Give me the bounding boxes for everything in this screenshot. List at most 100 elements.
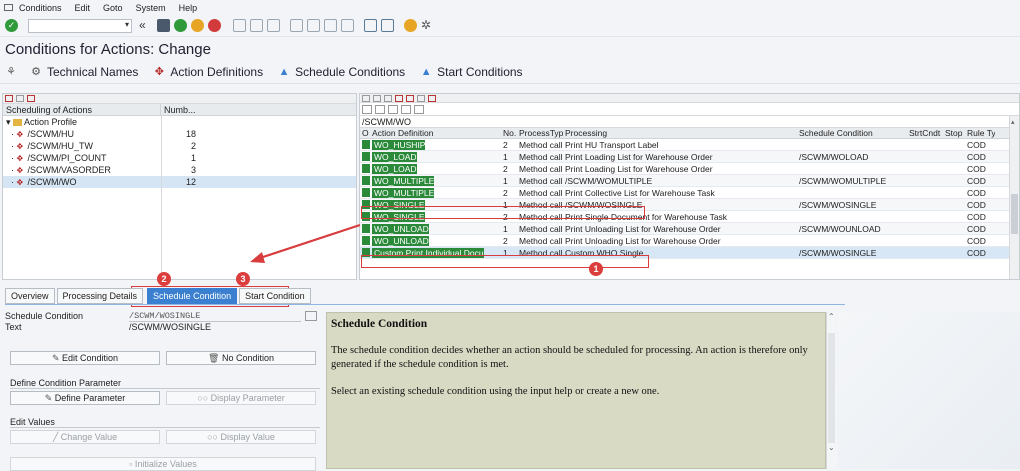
col-processing[interactable]: Processing bbox=[563, 128, 797, 138]
action-definitions-grid: /SCWM/WO O Action Definition No. Process… bbox=[359, 93, 1020, 280]
tab-schedule-condition[interactable]: Schedule Condition bbox=[147, 288, 238, 304]
scroll-down-icon[interactable]: ⌄ bbox=[827, 443, 836, 452]
scroll-thumb[interactable] bbox=[1011, 194, 1018, 234]
schedule-conditions-button[interactable]: ▲ Schedule Conditions bbox=[278, 65, 406, 79]
table-row[interactable]: WO_HUSHIP 2 Method call Print HU Transport … bbox=[360, 139, 1019, 151]
action-icon: ✥ bbox=[16, 142, 24, 151]
help-panel: Schedule Condition The schedule conditio… bbox=[326, 312, 826, 469]
technical-names-button[interactable]: ⚙ Technical Names bbox=[30, 65, 138, 79]
grid-tool-icon[interactable] bbox=[362, 94, 370, 102]
table-row[interactable]: WO_LOAD 1 Method call Print Loading List fo… bbox=[360, 151, 1019, 163]
change-value-button[interactable]: ╱ Change Value bbox=[10, 430, 160, 444]
tree-item[interactable]: · ✥/SCWM/HU 18 bbox=[3, 128, 356, 140]
expand-icon[interactable] bbox=[16, 95, 24, 102]
menu-goto[interactable]: Goto bbox=[103, 3, 123, 13]
find-icon[interactable] bbox=[250, 19, 263, 32]
display-change-button[interactable]: ⚘ bbox=[5, 66, 22, 78]
collapse-icon[interactable] bbox=[5, 95, 13, 102]
app-menu-icon[interactable] bbox=[4, 4, 13, 11]
command-field[interactable]: ▾ bbox=[28, 18, 132, 33]
action-definitions-button[interactable]: ✥ Action Definitions bbox=[153, 65, 263, 79]
tree-col-scheduling[interactable]: Scheduling of Actions bbox=[3, 104, 161, 115]
cancel-icon[interactable] bbox=[208, 19, 221, 32]
back-green-icon[interactable] bbox=[174, 19, 187, 32]
cell-strtcndt bbox=[907, 151, 943, 162]
grid-tool-icon[interactable] bbox=[373, 94, 381, 102]
menu-conditions[interactable]: Conditions bbox=[19, 3, 62, 13]
action-icon: ✥ bbox=[16, 178, 24, 187]
grid-tool-icon[interactable] bbox=[395, 94, 403, 102]
display-parameter-button[interactable]: ○○ Display Parameter bbox=[166, 391, 316, 405]
new-session-icon[interactable] bbox=[364, 19, 377, 32]
col-rule-type[interactable]: Rule Ty bbox=[965, 128, 995, 138]
scroll-up-icon[interactable]: ⌃ bbox=[827, 312, 836, 321]
no-condition-button[interactable]: 🗑 No Condition bbox=[166, 351, 316, 365]
tree-item[interactable]: · ✥/SCWM/VASORDER 3 bbox=[3, 164, 356, 176]
copy-icon[interactable] bbox=[305, 311, 317, 321]
tree-col-number[interactable]: Numb... bbox=[161, 104, 199, 115]
display-value-button[interactable]: ○○ Display Value bbox=[166, 430, 316, 444]
settings-icon[interactable]: ✲ bbox=[421, 19, 434, 32]
print-icon[interactable] bbox=[233, 19, 246, 32]
save-icon[interactable] bbox=[157, 19, 170, 32]
table-row[interactable]: WO_MULTIPLE 1 Method call/SCWM/WOMULTIPLE /… bbox=[360, 175, 1019, 187]
start-conditions-button[interactable]: ▲ Start Conditions bbox=[420, 65, 523, 79]
cell-rule-type: COD bbox=[967, 152, 986, 162]
tab-start-condition[interactable]: Start Condition bbox=[239, 288, 311, 304]
tree-item[interactable]: · ✥/SCWM/HU_TW 2 bbox=[3, 140, 356, 152]
first-page-icon[interactable] bbox=[290, 19, 303, 32]
detail-icon[interactable] bbox=[27, 95, 35, 102]
grid-tool-icon[interactable] bbox=[428, 94, 436, 102]
tab-overview[interactable]: Overview bbox=[5, 288, 55, 304]
table-row[interactable]: WO_LOAD 2 Method call Print Loading List fo… bbox=[360, 163, 1019, 175]
layout-icon[interactable] bbox=[414, 104, 424, 114]
cell-strtcndt bbox=[907, 139, 943, 150]
help-icon[interactable] bbox=[404, 19, 417, 32]
status-icon bbox=[362, 164, 370, 173]
next-page-icon[interactable] bbox=[324, 19, 337, 32]
tree-item[interactable]: · ✥/SCWM/WO 12 bbox=[3, 176, 356, 188]
find-next-icon[interactable] bbox=[388, 104, 398, 114]
cell-stop bbox=[943, 211, 965, 222]
table-row[interactable]: WO_MULTIPLE 2 Method call Print Collective … bbox=[360, 187, 1019, 199]
help-scroll-thumb[interactable] bbox=[828, 333, 835, 443]
define-parameter-button[interactable]: ✎ Define Parameter bbox=[10, 391, 160, 405]
table-row[interactable]: WO_UNLOAD 2 Method call Print Unloading Lis… bbox=[360, 235, 1019, 247]
grid-vertical-scrollbar[interactable]: ▴ bbox=[1009, 116, 1019, 279]
grid-tool-icon[interactable] bbox=[384, 94, 392, 102]
col-processtyp[interactable]: ProcessTyp bbox=[517, 128, 563, 138]
print-icon[interactable] bbox=[401, 104, 411, 114]
back-icon[interactable]: « bbox=[139, 19, 153, 32]
last-page-icon[interactable] bbox=[341, 19, 354, 32]
action-icon: ✥ bbox=[16, 130, 24, 139]
table-row[interactable]: WO_UNLOAD 1 Method call Print Unloading Lis… bbox=[360, 223, 1019, 235]
grid-tool-icon[interactable] bbox=[406, 94, 414, 102]
find-icon[interactable] bbox=[375, 104, 385, 114]
menu-edit[interactable]: Edit bbox=[75, 3, 91, 13]
exit-icon[interactable] bbox=[191, 19, 204, 32]
menu-bar: Conditions Edit Goto System Help bbox=[0, 0, 1020, 15]
tab-processing-details[interactable]: Processing Details bbox=[56, 288, 144, 304]
col-action-definition[interactable]: Action Definition bbox=[370, 128, 501, 138]
schedule-condition-field[interactable]: /SCWM/WOSINGLE bbox=[129, 311, 301, 322]
previous-page-icon[interactable] bbox=[307, 19, 320, 32]
enter-icon[interactable]: ✓ bbox=[5, 19, 18, 32]
edit-condition-button[interactable]: ✎ Edit Condition bbox=[10, 351, 160, 365]
menu-system[interactable]: System bbox=[136, 3, 166, 13]
col-stop[interactable]: Stop bbox=[943, 128, 965, 138]
tree-item[interactable]: · ✥/SCWM/PI_COUNT 1 bbox=[3, 152, 356, 164]
col-o[interactable]: O bbox=[360, 128, 370, 138]
shortcut-icon[interactable] bbox=[381, 19, 394, 32]
col-strtcndt[interactable]: StrtCndt bbox=[907, 128, 943, 138]
technical-names-label: Technical Names bbox=[47, 65, 139, 79]
details-icon[interactable] bbox=[362, 104, 372, 114]
find-next-icon[interactable] bbox=[267, 19, 280, 32]
col-schedule-condition[interactable]: Schedule Condition bbox=[797, 128, 907, 138]
help-scrollbar[interactable]: ⌃ ⌄ bbox=[826, 312, 836, 469]
tree-root[interactable]: ▾ Action Profile bbox=[3, 116, 356, 128]
col-no[interactable]: No. bbox=[501, 128, 517, 138]
grid-tool-icon[interactable] bbox=[417, 94, 425, 102]
menu-help[interactable]: Help bbox=[179, 3, 198, 13]
scroll-up-icon[interactable]: ▴ bbox=[1011, 118, 1018, 126]
dropdown-icon[interactable]: ▾ bbox=[125, 20, 129, 29]
